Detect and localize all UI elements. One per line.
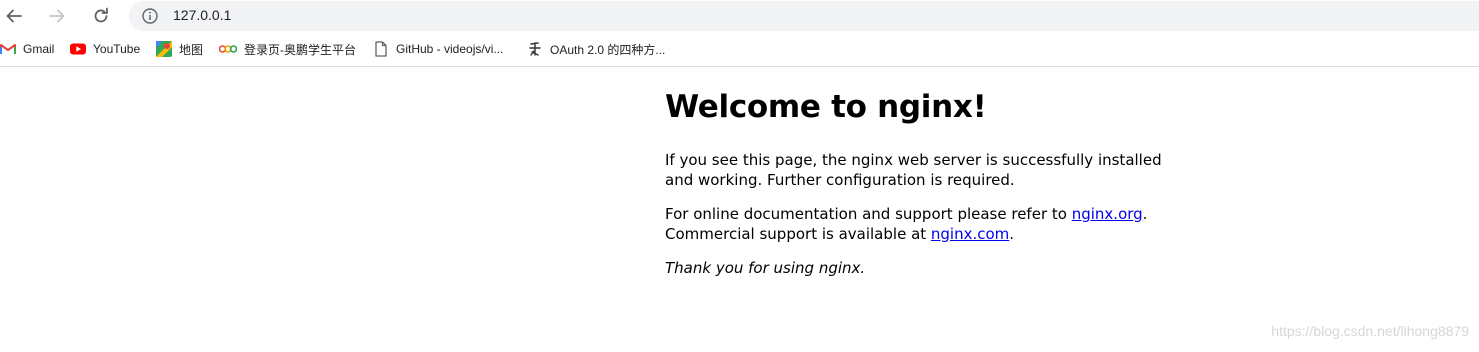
bookmarks-bar: Gmail YouTube 地图 登录页-奥鹏学生平台 GitHub - vid… xyxy=(0,32,1479,67)
aopeng-icon xyxy=(219,41,237,57)
nginx-com-link[interactable]: nginx.com xyxy=(931,225,1009,243)
docs-paragraph: For online documentation and support ple… xyxy=(665,205,1185,244)
bookmark-label: YouTube xyxy=(93,42,141,56)
reload-button[interactable] xyxy=(87,2,115,30)
reload-icon xyxy=(94,7,108,23)
back-arrow-icon xyxy=(6,9,22,23)
url-text[interactable]: 127.0.0.1 xyxy=(173,7,231,23)
bookmark-youtube[interactable]: YouTube xyxy=(70,40,140,58)
gmail-icon xyxy=(0,41,16,57)
bookmark-label: Gmail xyxy=(23,42,55,56)
thanks-paragraph: Thank you for using nginx. xyxy=(665,259,866,277)
nginx-welcome: Welcome to nginx! If you see this page, … xyxy=(665,89,1185,277)
docs-period: . xyxy=(1142,205,1148,223)
info-circle-icon[interactable] xyxy=(141,7,159,25)
page-content: Welcome to nginx! If you see this page, … xyxy=(0,67,1479,352)
bookmark-label: GitHub - videojs/vi... xyxy=(396,42,504,56)
page-title: Welcome to nginx! xyxy=(665,89,987,125)
docs-text: For online documentation and support ple… xyxy=(665,205,1072,223)
bookmark-label: OAuth 2.0 的四种方... xyxy=(550,42,666,57)
youtube-icon xyxy=(70,41,86,57)
commercial-text: Commercial support is available at xyxy=(665,224,931,243)
forward-button[interactable] xyxy=(43,2,71,30)
address-bar[interactable]: 127.0.0.1 xyxy=(129,1,1479,31)
page-icon xyxy=(373,41,389,57)
maps-icon xyxy=(156,41,172,57)
watermark: https://blog.csdn.net/lihong8879 xyxy=(1271,323,1469,339)
back-button[interactable] xyxy=(0,2,28,30)
bookmark-aopeng[interactable]: 登录页-奥鹏学生平台 xyxy=(219,40,356,58)
bookmark-maps[interactable]: 地图 xyxy=(156,40,203,58)
bookmark-label: 登录页-奥鹏学生平台 xyxy=(244,42,356,57)
bookmark-gmail[interactable]: Gmail xyxy=(0,40,54,58)
commercial-period: . xyxy=(1009,224,1015,243)
forward-arrow-icon xyxy=(49,9,65,23)
intro-paragraph: If you see this page, the nginx web serv… xyxy=(665,151,1162,189)
bookmark-github[interactable]: GitHub - videojs/vi... xyxy=(373,40,503,58)
bookmark-label: 地图 xyxy=(179,42,204,57)
bookmark-oauth[interactable]: OAuth 2.0 的四种方... xyxy=(527,40,665,58)
nginx-org-link[interactable]: nginx.org xyxy=(1072,205,1143,223)
browser-toolbar: 127.0.0.1 xyxy=(0,0,1479,32)
blog-icon xyxy=(527,41,543,57)
